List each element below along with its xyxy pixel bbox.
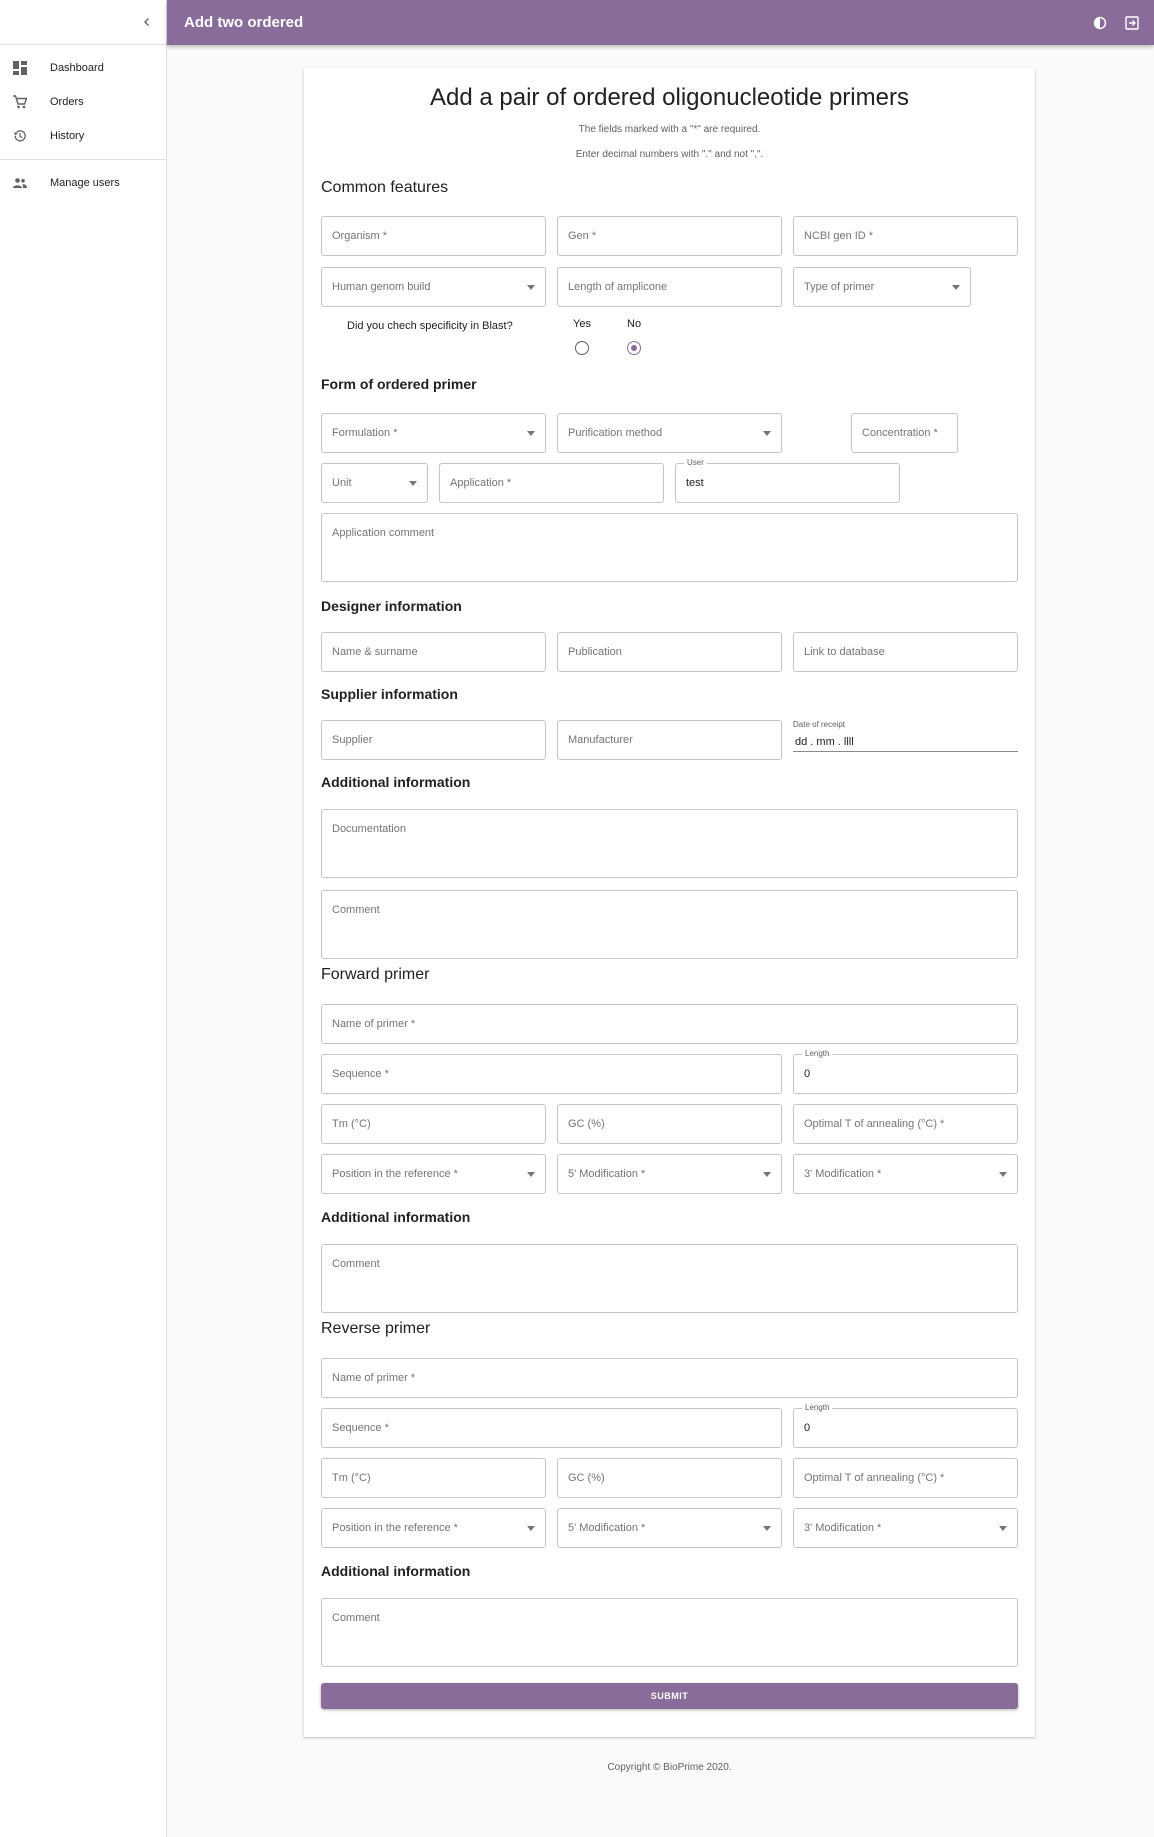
supplier-field[interactable]: Supplier xyxy=(321,720,546,760)
user-field[interactable]: User test xyxy=(675,458,900,503)
radio-no-label: No xyxy=(627,318,642,330)
application-comment-field[interactable]: Application comment xyxy=(321,513,1018,582)
sidebar-item-label: Manage users xyxy=(50,177,120,189)
forward-comment-field[interactable]: Comment xyxy=(321,1244,1018,1313)
form-card: Add a pair of ordered oligonucleotide pr… xyxy=(304,68,1035,1737)
required-note: The fields marked with a "*" are require… xyxy=(578,124,761,135)
sidebar: Dashboard Orders History Manage users xyxy=(0,0,167,1837)
section-forward-additional: Additional information xyxy=(321,1209,471,1225)
chevron-left-icon[interactable] xyxy=(142,17,152,27)
reverse-position-select[interactable]: Position in the reference * xyxy=(321,1508,546,1548)
footer-copyright: Copyright © BioPrime 2020. xyxy=(607,1762,732,1773)
forward-5mod-select[interactable]: 5' Modification * xyxy=(557,1154,782,1194)
app-bar: Add two ordered xyxy=(167,0,1154,45)
publication-field[interactable]: Publication xyxy=(557,632,782,672)
forward-name-field[interactable]: Name of primer * xyxy=(321,1004,1018,1044)
database-link-field[interactable]: Link to database xyxy=(793,632,1018,672)
section-additional: Additional information xyxy=(321,774,471,790)
purification-select[interactable]: Purification method xyxy=(557,413,782,453)
date-of-receipt-field[interactable]: Date of receipt dd . mm . llll xyxy=(793,720,1018,752)
sidebar-header xyxy=(0,0,166,45)
page-title: Add a pair of ordered oligonucleotide pr… xyxy=(430,84,909,111)
users-icon xyxy=(12,175,28,191)
designer-name-field[interactable]: Name & surname xyxy=(321,632,546,672)
organism-field[interactable]: Organism * xyxy=(321,216,546,256)
caret-down-icon xyxy=(952,285,960,290)
reverse-5mod-select[interactable]: 5' Modification * xyxy=(557,1508,782,1548)
section-form: Form of ordered primer xyxy=(321,376,477,392)
reverse-length-field[interactable]: Length 0 xyxy=(793,1403,1018,1448)
application-field[interactable]: Application * xyxy=(439,463,664,503)
forward-tm-field[interactable]: Tm (°C) xyxy=(321,1104,546,1144)
reverse-tm-field[interactable]: Tm (°C) xyxy=(321,1458,546,1498)
submit-button[interactable]: SUBMIT xyxy=(321,1683,1018,1709)
section-common-features: Common features xyxy=(321,179,449,196)
forward-gc-field[interactable]: GC (%) xyxy=(557,1104,782,1144)
section-designer: Designer information xyxy=(321,598,462,614)
gen-field[interactable]: Gen * xyxy=(557,216,782,256)
forward-length-field[interactable]: Length 0 xyxy=(793,1049,1018,1094)
logout-icon[interactable] xyxy=(1122,13,1142,33)
caret-down-icon xyxy=(527,1172,535,1177)
decimal-note: Enter decimal numbers with "." and not "… xyxy=(575,149,764,160)
caret-down-icon xyxy=(999,1526,1007,1531)
reverse-3mod-select[interactable]: 3' Modification * xyxy=(793,1508,1018,1548)
sidebar-item-manage-users[interactable]: Manage users xyxy=(0,166,166,200)
caret-down-icon xyxy=(527,1526,535,1531)
reverse-annealing-field[interactable]: Optimal T of annealing (°C) * xyxy=(793,1458,1018,1498)
forward-sequence-field[interactable]: Sequence * xyxy=(321,1054,782,1094)
forward-position-select[interactable]: Position in the reference * xyxy=(321,1154,546,1194)
reverse-comment-field[interactable]: Comment xyxy=(321,1598,1018,1667)
concentration-field[interactable]: Concentration * xyxy=(851,413,958,453)
reverse-gc-field[interactable]: GC (%) xyxy=(557,1458,782,1498)
radio-no[interactable] xyxy=(627,341,641,355)
reverse-sequence-field[interactable]: Sequence * xyxy=(321,1408,782,1448)
human-genom-build-select[interactable]: Human genom build xyxy=(321,267,546,307)
radio-yes[interactable] xyxy=(575,341,589,355)
caret-down-icon xyxy=(763,1172,771,1177)
sidebar-item-label: History xyxy=(50,130,85,142)
section-forward-primer: Forward primer xyxy=(321,966,430,983)
contrast-icon[interactable] xyxy=(1090,13,1110,33)
nav-divider xyxy=(0,159,166,160)
comment-field[interactable]: Comment xyxy=(321,890,1018,959)
section-reverse-additional: Additional information xyxy=(321,1563,471,1579)
history-icon xyxy=(12,128,28,144)
section-reverse-primer: Reverse primer xyxy=(321,1320,431,1337)
caret-down-icon xyxy=(527,431,535,436)
radio-yes-label: Yes xyxy=(573,318,591,330)
sidebar-item-history[interactable]: History xyxy=(0,119,166,153)
ncbi-gen-id-field[interactable]: NCBI gen ID * xyxy=(793,216,1018,256)
sidebar-item-orders[interactable]: Orders xyxy=(0,85,166,119)
dashboard-icon xyxy=(12,60,28,76)
page-title-bar: Add two ordered xyxy=(184,14,304,31)
reverse-name-field[interactable]: Name of primer * xyxy=(321,1358,1018,1398)
cart-icon xyxy=(12,94,28,110)
caret-down-icon xyxy=(409,481,417,486)
forward-annealing-field[interactable]: Optimal T of annealing (°C) * xyxy=(793,1104,1018,1144)
caret-down-icon xyxy=(763,1526,771,1531)
sidebar-item-label: Orders xyxy=(50,96,84,108)
caret-down-icon xyxy=(763,431,771,436)
manufacturer-field[interactable]: Manufacturer xyxy=(557,720,782,760)
forward-3mod-select[interactable]: 3' Modification * xyxy=(793,1154,1018,1194)
primer-type-select[interactable]: Type of primer xyxy=(793,267,971,307)
sidebar-item-dashboard[interactable]: Dashboard xyxy=(0,51,166,85)
blast-question: Did you chech specificity in Blast? xyxy=(347,320,513,332)
section-supplier: Supplier information xyxy=(321,686,458,702)
sidebar-item-label: Dashboard xyxy=(50,62,104,74)
nav-list: Dashboard Orders History Manage users xyxy=(0,45,166,200)
documentation-field[interactable]: Documentation xyxy=(321,809,1018,878)
unit-select[interactable]: Unit xyxy=(321,463,428,503)
formulation-select[interactable]: Formulation * xyxy=(321,413,546,453)
caret-down-icon xyxy=(999,1172,1007,1177)
amplicone-length-field[interactable]: Length of amplicone xyxy=(557,267,782,307)
caret-down-icon xyxy=(527,285,535,290)
